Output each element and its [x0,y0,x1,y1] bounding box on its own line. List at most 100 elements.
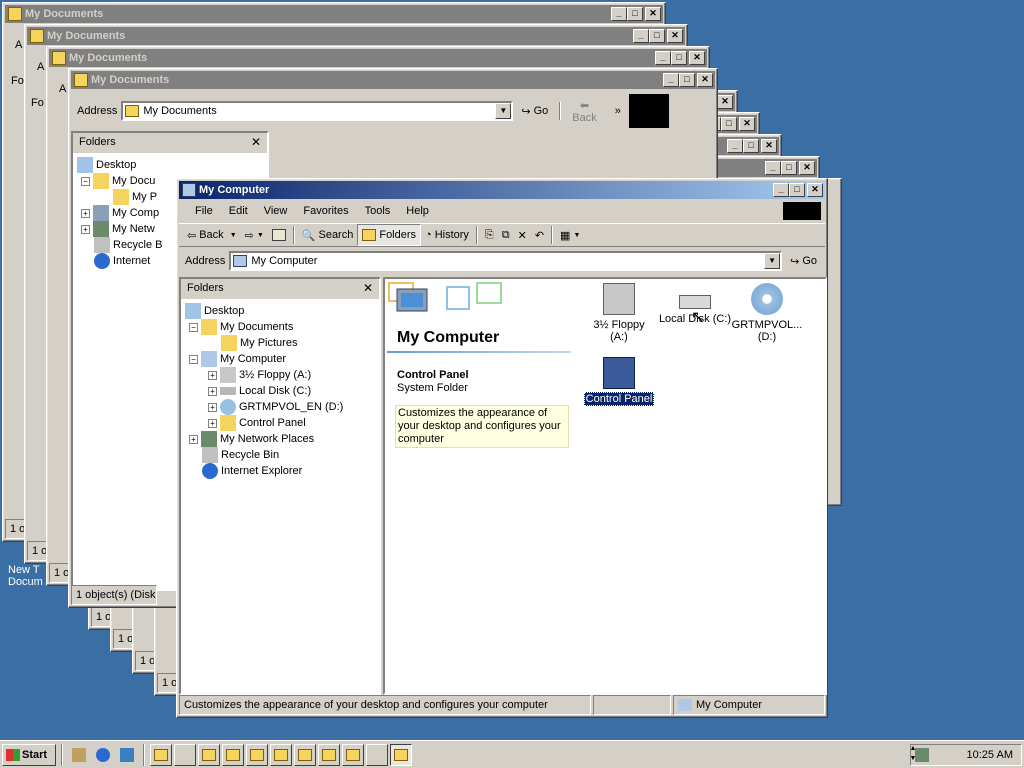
taskbar-window-button[interactable] [222,743,244,766]
icon-control-panel[interactable]: Control Panel [577,357,661,406]
go-button[interactable]: ↪ Go [517,100,552,122]
bg-window-titlebar[interactable]: My Documents _ □ ✕ [5,5,663,23]
close-button[interactable]: ✕ [739,117,755,131]
tree-node-recycle-bin[interactable]: Recycle Bin [185,447,377,463]
history-button[interactable]: ◔ History [421,224,473,246]
bg-window-titlebar[interactable]: My Documents _ □ ✕ [71,71,715,89]
taskbar-window-button[interactable] [174,743,196,766]
taskbar-window-button[interactable] [246,743,268,766]
quicklaunch-show-desktop[interactable] [68,744,90,766]
tree-node-floppy[interactable]: +3½ Floppy (A:) [185,367,377,383]
back-button[interactable]: ⇦ Back ▼ [183,224,241,246]
tree-node-my-pictures[interactable]: My Pictures [185,335,377,351]
close-button[interactable]: ✕ [689,51,705,65]
maximize-button[interactable]: □ [781,161,797,175]
menu-tools[interactable]: Tools [357,205,399,217]
undo-button[interactable]: ↶ [531,224,548,246]
chevron-down-icon[interactable]: ▼ [257,232,264,239]
address-input[interactable]: My Computer ▼ [229,251,783,271]
minimize-button[interactable]: _ [633,29,649,43]
minimize-button[interactable]: _ [655,51,671,65]
collapse-icon[interactable]: − [189,322,198,332]
forward-button[interactable]: ⇨ ▼ [241,224,268,246]
maximize-button[interactable]: □ [671,51,687,65]
taskbar-window-button[interactable] [366,743,388,766]
close-button[interactable]: ✕ [761,139,777,153]
expand-icon[interactable]: + [81,208,90,218]
start-button[interactable]: Start [2,743,56,766]
back-button[interactable]: ⬅ Back [568,97,600,125]
search-button[interactable]: 🔍 Search [298,224,358,246]
tree-node-my-documents[interactable]: − My Documents [185,319,377,335]
chevron-down-icon[interactable]: ▼ [230,232,237,239]
bg-window-titlebar[interactable]: My Documents _ □ ✕ [49,49,707,67]
tree-node[interactable]: Desktop [77,157,265,173]
icon-floppy-drive[interactable]: 3½ Floppy (A:) [577,283,661,343]
close-button[interactable]: ✕ [697,73,713,87]
close-button[interactable]: ✕ [667,29,683,43]
expand-icon[interactable]: + [208,418,217,428]
collapse-icon[interactable]: − [189,354,198,364]
maximize-button[interactable]: □ [649,29,665,43]
move-to-button[interactable]: ⎘ [481,224,498,246]
taskbar-window-button[interactable] [270,743,292,766]
up-folder-button[interactable] [268,224,290,246]
menu-file[interactable]: File [187,205,221,217]
folders-button[interactable]: Folders [357,224,422,246]
collapse-icon[interactable]: − [81,176,90,186]
menu-favorites[interactable]: Favorites [295,205,356,217]
quicklaunch-internet-explorer[interactable] [92,744,114,766]
maximize-button[interactable]: □ [721,117,737,131]
close-button[interactable]: ✕ [645,7,661,21]
taskbar-window-button[interactable] [342,743,364,766]
my-computer-window[interactable]: My Computer _ □ ✕ File Edit View Favorites… [176,178,828,718]
tree-node-local-disk[interactable]: + Local Disk (C:) [185,383,377,399]
maximize-button[interactable]: □ [743,139,759,153]
expand-icon[interactable]: + [208,402,217,412]
address-input[interactable]: My Documents ▼ [121,101,514,121]
chevron-down-icon[interactable]: ▼ [495,103,512,119]
chevron-right-icon[interactable]: » [615,105,621,117]
expand-icon[interactable]: + [208,370,217,380]
maximize-button[interactable]: □ [679,73,695,87]
network-tray-icon[interactable] [915,748,929,762]
maximize-button[interactable]: □ [627,7,643,21]
desktop-icon-new-text-document[interactable]: New T Docum [8,564,43,588]
tree-node-cd-drive[interactable]: + GRTMPVOL_EN (D:) [185,399,377,415]
close-button[interactable]: ✕ [807,183,823,197]
minimize-button[interactable]: _ [663,73,679,87]
tree-node-network-places[interactable]: + My Network Places [185,431,377,447]
close-button[interactable]: ✕ [799,161,815,175]
chevron-down-icon[interactable]: ▼ [764,253,781,269]
menu-help[interactable]: Help [398,205,437,217]
taskbar-window-button-active[interactable] [390,743,412,766]
window-titlebar[interactable]: My Computer _ □ ✕ [179,181,825,199]
expand-icon[interactable]: + [208,386,217,396]
tree-node-internet-explorer[interactable]: Internet Explorer [185,463,377,479]
chevron-down-icon[interactable]: ▼ [573,232,580,239]
menu-view[interactable]: View [256,205,296,217]
minimize-button[interactable]: _ [727,139,743,153]
minimize-button[interactable]: _ [773,183,789,197]
clock[interactable]: 10:25 AM [967,749,1013,761]
copy-to-button[interactable]: ⧉ [498,224,514,246]
expand-icon[interactable]: + [189,434,198,444]
taskbar-window-button[interactable] [294,743,316,766]
go-button[interactable]: ↪ Go [786,250,821,272]
maximize-button[interactable]: □ [789,183,805,197]
menu-edit[interactable]: Edit [221,205,256,217]
tree-node-my-computer[interactable]: − My Computer [185,351,377,367]
close-icon[interactable]: ✕ [251,135,261,149]
close-icon[interactable]: ✕ [363,281,373,295]
quicklaunch-outlook-express[interactable] [116,744,138,766]
tree-node-desktop[interactable]: Desktop [185,303,377,319]
bg-window-titlebar[interactable]: My Documents _ □ ✕ [27,27,685,45]
icon-cd-drive[interactable]: GRTMPVOL... (D:) [725,283,809,343]
close-button[interactable]: ✕ [717,95,733,109]
taskbar-window-button[interactable] [198,743,220,766]
delete-button[interactable]: ✕ [514,224,531,246]
taskbar-window-button[interactable] [318,743,340,766]
minimize-button[interactable]: _ [611,7,627,21]
views-button[interactable]: ▦ ▼ [556,224,584,246]
expand-icon[interactable]: + [81,224,90,234]
